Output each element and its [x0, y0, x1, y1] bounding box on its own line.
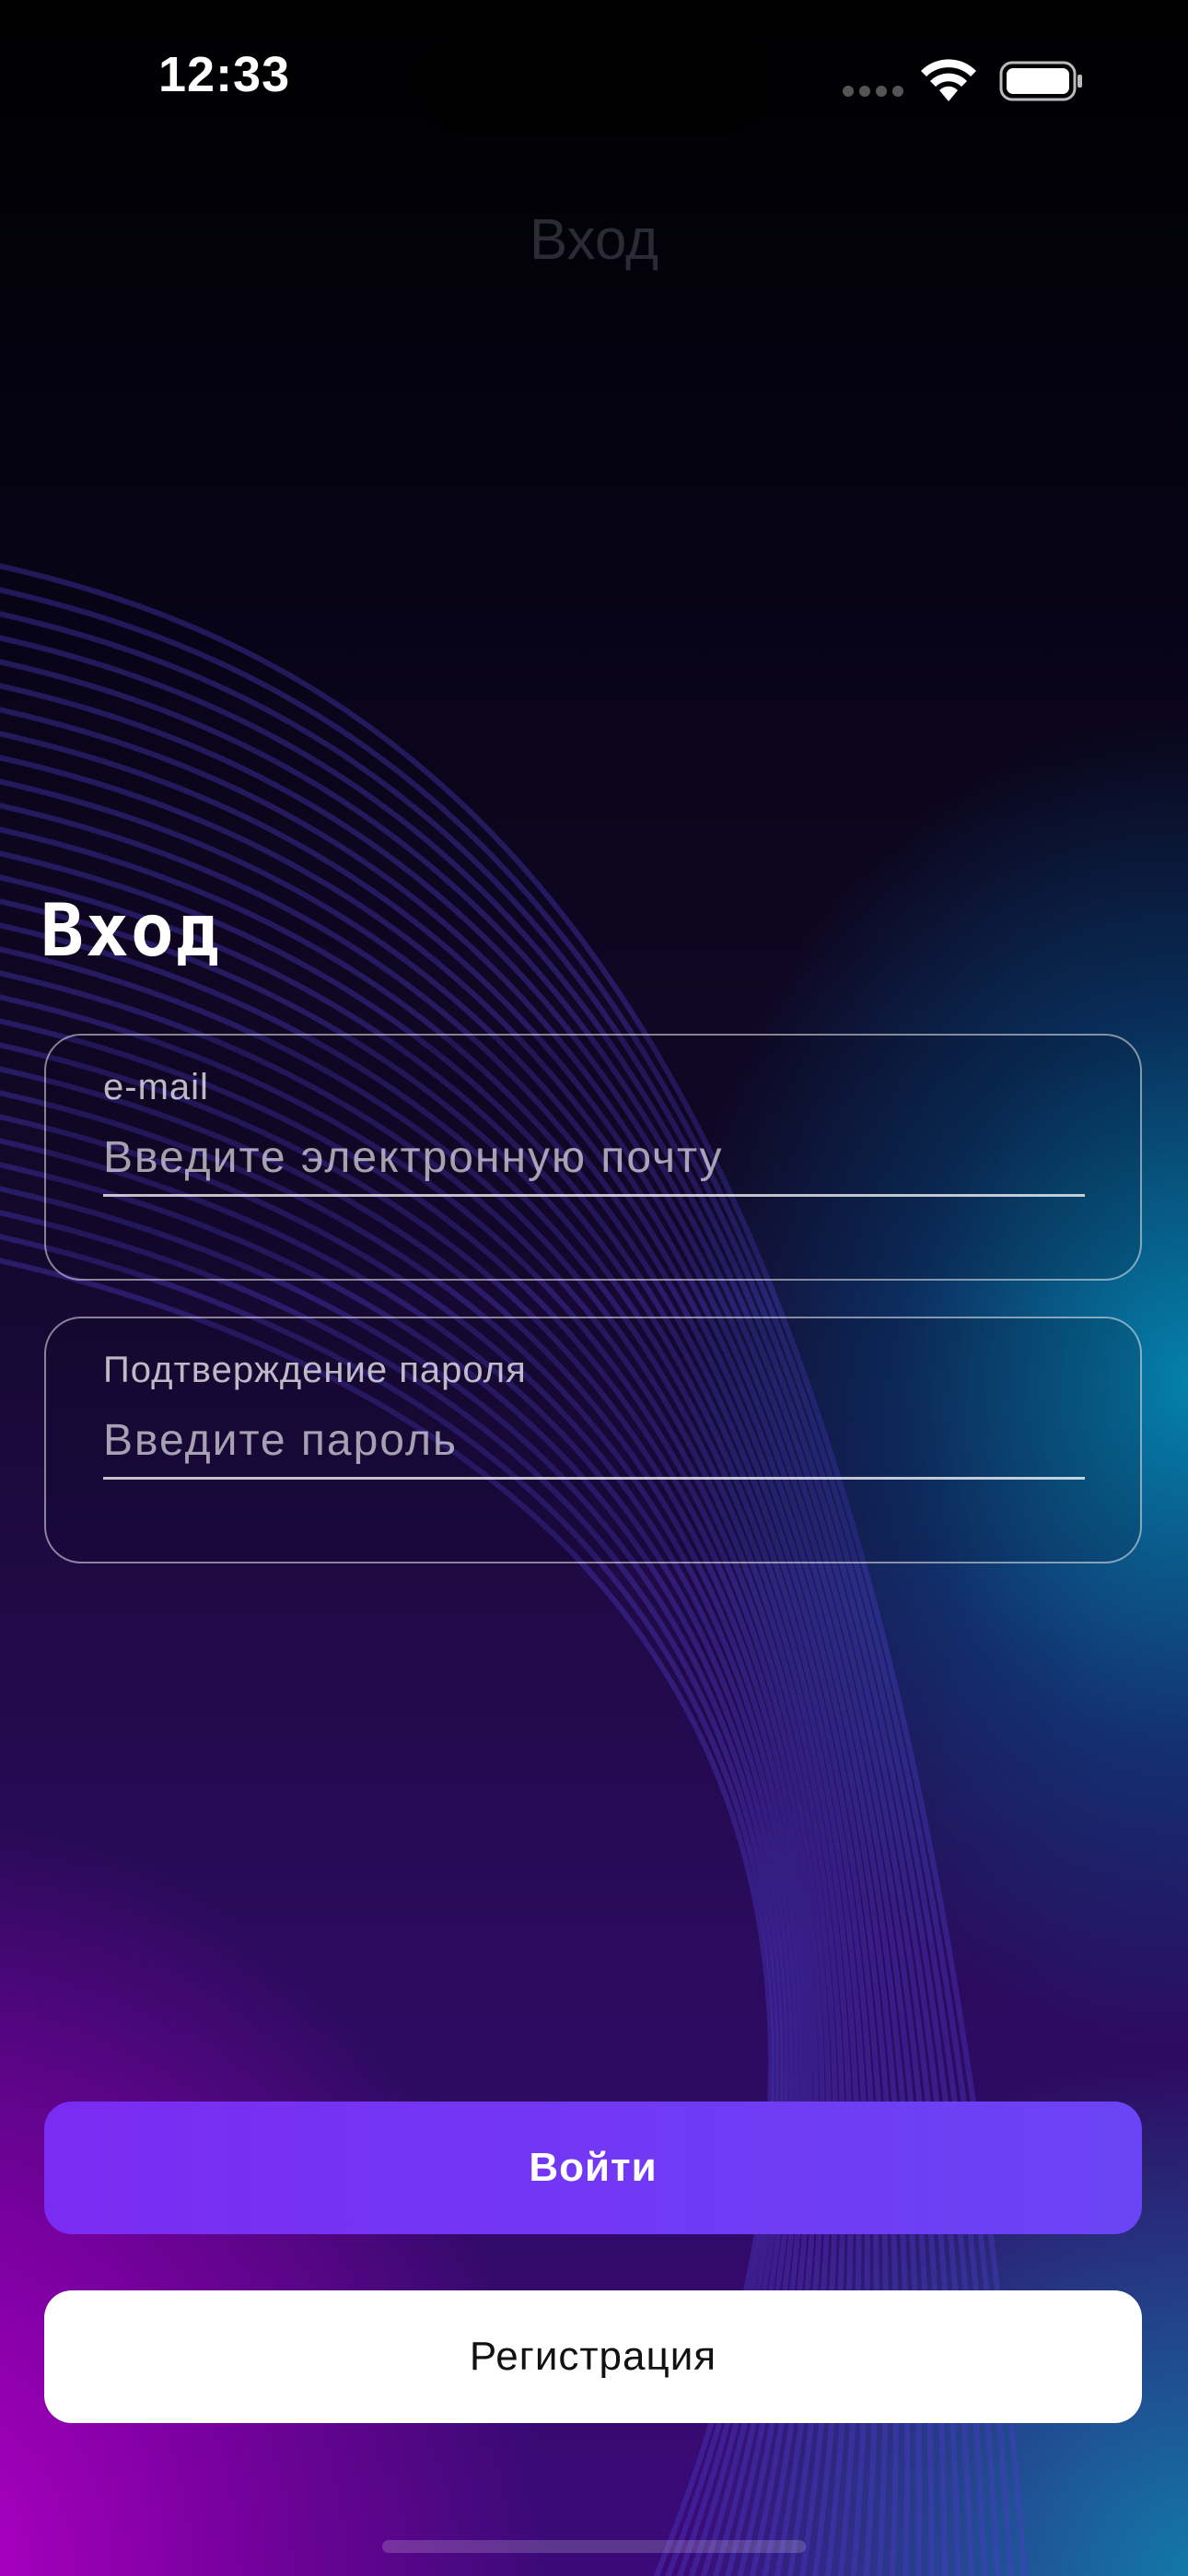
home-indicator: [382, 2540, 806, 2553]
dynamic-island: [419, 33, 769, 135]
login-button[interactable]: Войти: [44, 2102, 1142, 2234]
password-input[interactable]: [103, 1411, 1085, 1480]
wifi-icon: [921, 59, 976, 101]
page-heading: Вход: [41, 890, 221, 973]
status-bar: 12:33: [0, 0, 1188, 157]
password-label: Подтверждение пароля: [103, 1350, 527, 1390]
password-field-card: Подтверждение пароля: [44, 1317, 1142, 1563]
battery-icon: [999, 61, 1082, 101]
status-time: 12:33: [158, 47, 291, 102]
email-label: e-mail: [103, 1067, 209, 1107]
email-input[interactable]: [103, 1128, 1085, 1197]
register-button[interactable]: Регистрация: [44, 2290, 1142, 2423]
email-field-card: e-mail: [44, 1034, 1142, 1281]
nav-title: Вход: [529, 208, 659, 272]
signal-icon: [843, 86, 903, 97]
